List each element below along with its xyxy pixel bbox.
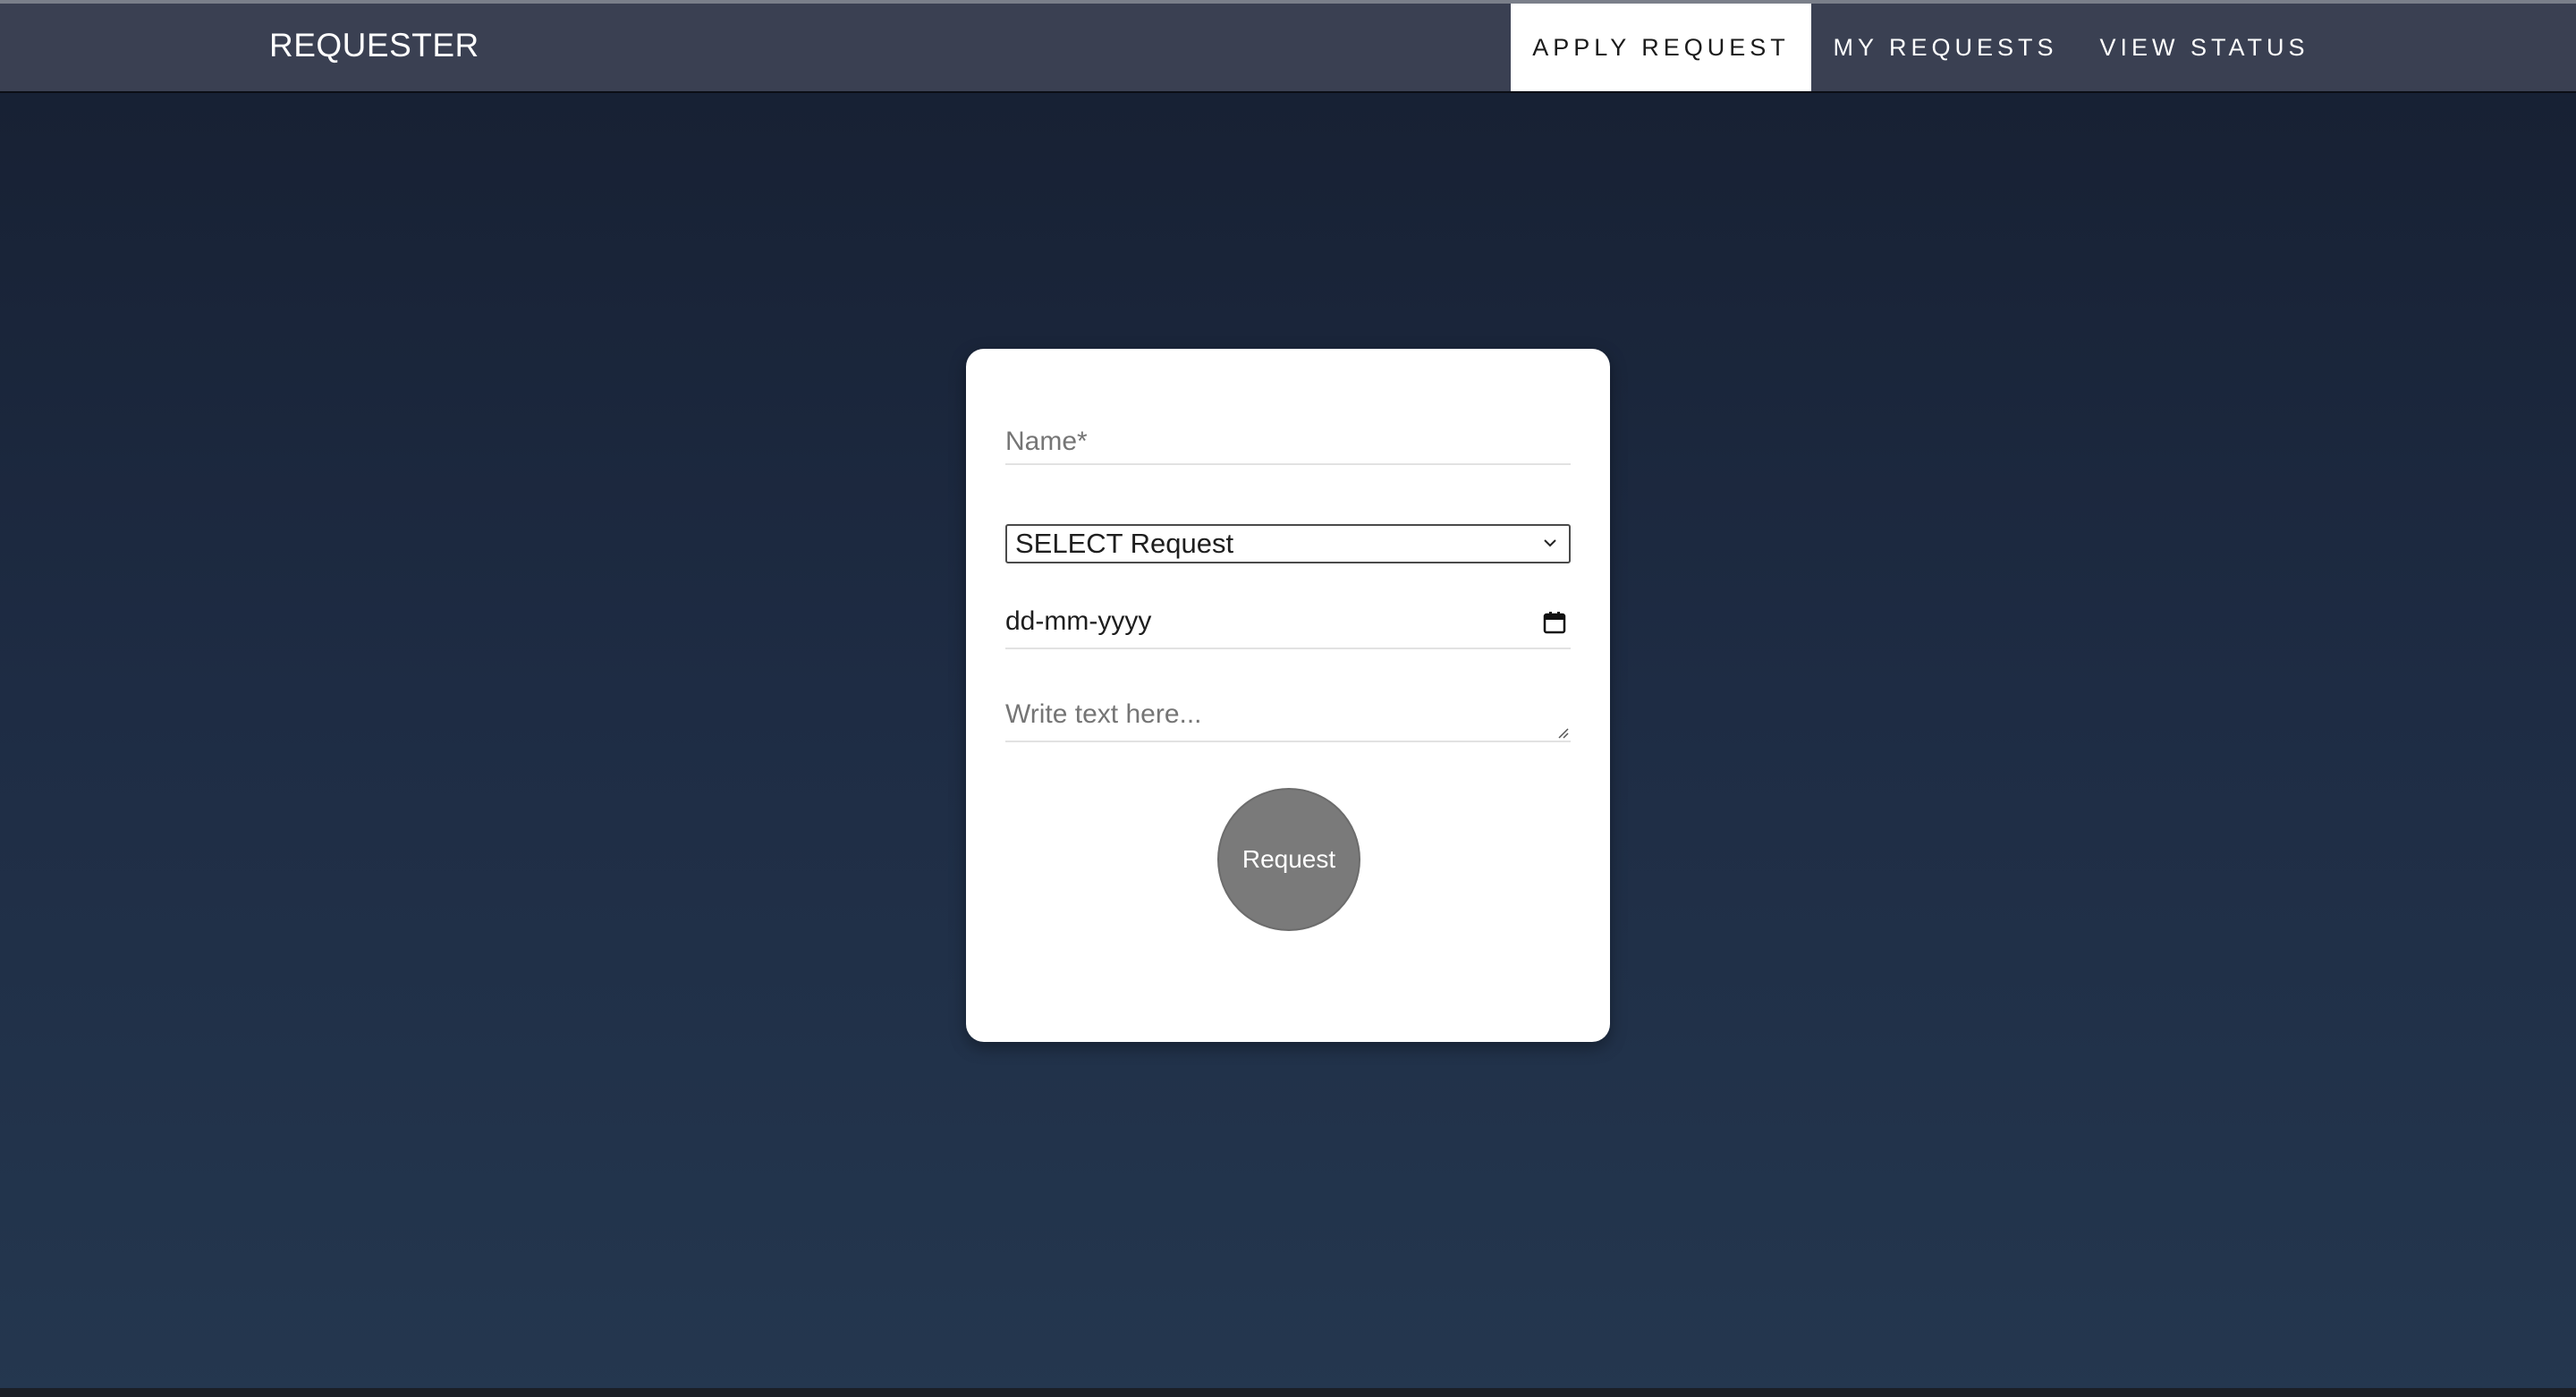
request-submit-button[interactable]: Request	[1217, 788, 1360, 931]
name-input[interactable]	[1005, 420, 1571, 465]
nav-my-requests[interactable]: MY REQUESTS	[1811, 4, 2080, 91]
description-placeholder: Write text here...	[1005, 699, 1202, 729]
top-navbar: REQUESTER APPLY REQUEST MY REQUESTS VIEW…	[0, 4, 2576, 93]
request-form-card: SELECT Request dd-mm-yyyy Write text her…	[966, 349, 1610, 1042]
resize-grip-icon[interactable]	[1555, 724, 1569, 739]
chevron-down-icon	[1544, 539, 1556, 547]
date-input[interactable]: dd-mm-yyyy	[1005, 596, 1571, 649]
request-type-select[interactable]: SELECT Request	[1005, 524, 1571, 563]
window-bottom-border	[0, 1388, 2576, 1397]
nav-view-status[interactable]: VIEW STATUS	[2080, 4, 2329, 91]
calendar-icon[interactable]	[1542, 610, 1567, 635]
description-textarea[interactable]: Write text here...	[1005, 689, 1571, 742]
brand-logo[interactable]: REQUESTER	[269, 27, 479, 64]
request-type-select-value: SELECT Request	[1015, 528, 1234, 559]
nav-apply-request[interactable]: APPLY REQUEST	[1511, 4, 1811, 91]
date-input-value: dd-mm-yyyy	[1005, 606, 1152, 636]
